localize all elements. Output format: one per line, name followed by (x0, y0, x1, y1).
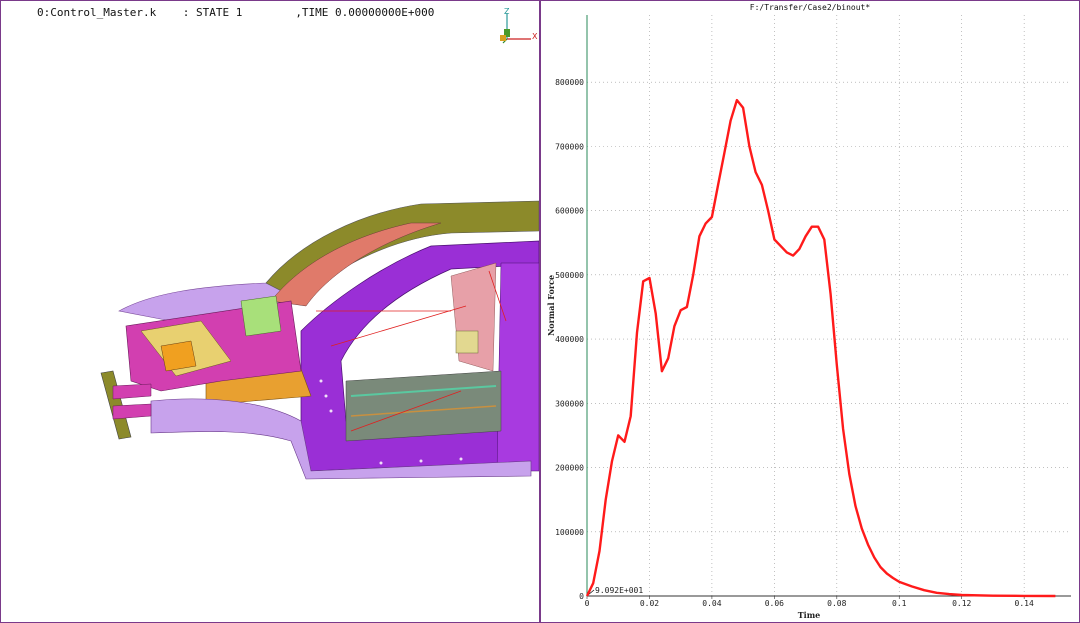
bracket-yellow (160, 340, 197, 372)
y-tick-label: 100000 (555, 528, 584, 537)
chart-grid (587, 15, 1071, 596)
x-tick-label: 0.06 (765, 599, 784, 608)
crash-box (112, 383, 152, 400)
y-tick-label: 200000 (555, 464, 584, 473)
x-tick-label: 0.14 (1015, 599, 1034, 608)
inner-panel-beige (450, 262, 497, 372)
chart-axes (586, 15, 1071, 599)
y-tick-label: 600000 (555, 207, 584, 216)
shock-mount (240, 295, 282, 337)
y-tick-label: 800000 (555, 78, 584, 87)
force-time-chart: 0 100000 200000 300000 400000 500000 600000 700… (546, 15, 1071, 620)
x-tick-label: 0.04 (702, 599, 721, 608)
y-axis-title: Normal Force (546, 275, 556, 336)
front-bumper (100, 370, 132, 440)
y-tick-label: 400000 (555, 335, 584, 344)
y-tick-label: 300000 (555, 399, 584, 408)
x-tick-labels: 0 0.02 0.04 0.06 0.08 0.1 0.12 0.14 (585, 599, 1034, 608)
x-tick-label: 0.08 (827, 599, 846, 608)
crash-box-lower (112, 403, 152, 420)
x-tick-label: 0.12 (952, 599, 971, 608)
min-value-marker: 9.092E+001 (595, 586, 643, 595)
x-tick-label: 0.1 (892, 599, 907, 608)
plot-viewport[interactable]: F:/Transfer/Case2/binout* 0 100000 200000 3… (541, 1, 1079, 622)
inner-bracket (455, 330, 479, 354)
floor-panel (345, 370, 502, 442)
y-tick-labels: 0 100000 200000 300000 400000 500000 600000 700… (555, 78, 584, 601)
x-tick-label: 0.02 (640, 599, 659, 608)
b-pillar (496, 262, 539, 472)
y-tick-label: 0 (579, 592, 584, 601)
vehicle-body-model[interactable] (1, 1, 539, 622)
y-tick-label: 500000 (555, 271, 584, 280)
normal-force-curve (585, 98, 1056, 598)
y-tick-label: 700000 (555, 142, 584, 151)
x-tick-label: 0 (585, 599, 590, 608)
model-viewport[interactable]: 0:Control_Master.k : STATE 1 ,TIME 0.000… (1, 1, 539, 622)
x-axis-title: Time (798, 610, 821, 620)
